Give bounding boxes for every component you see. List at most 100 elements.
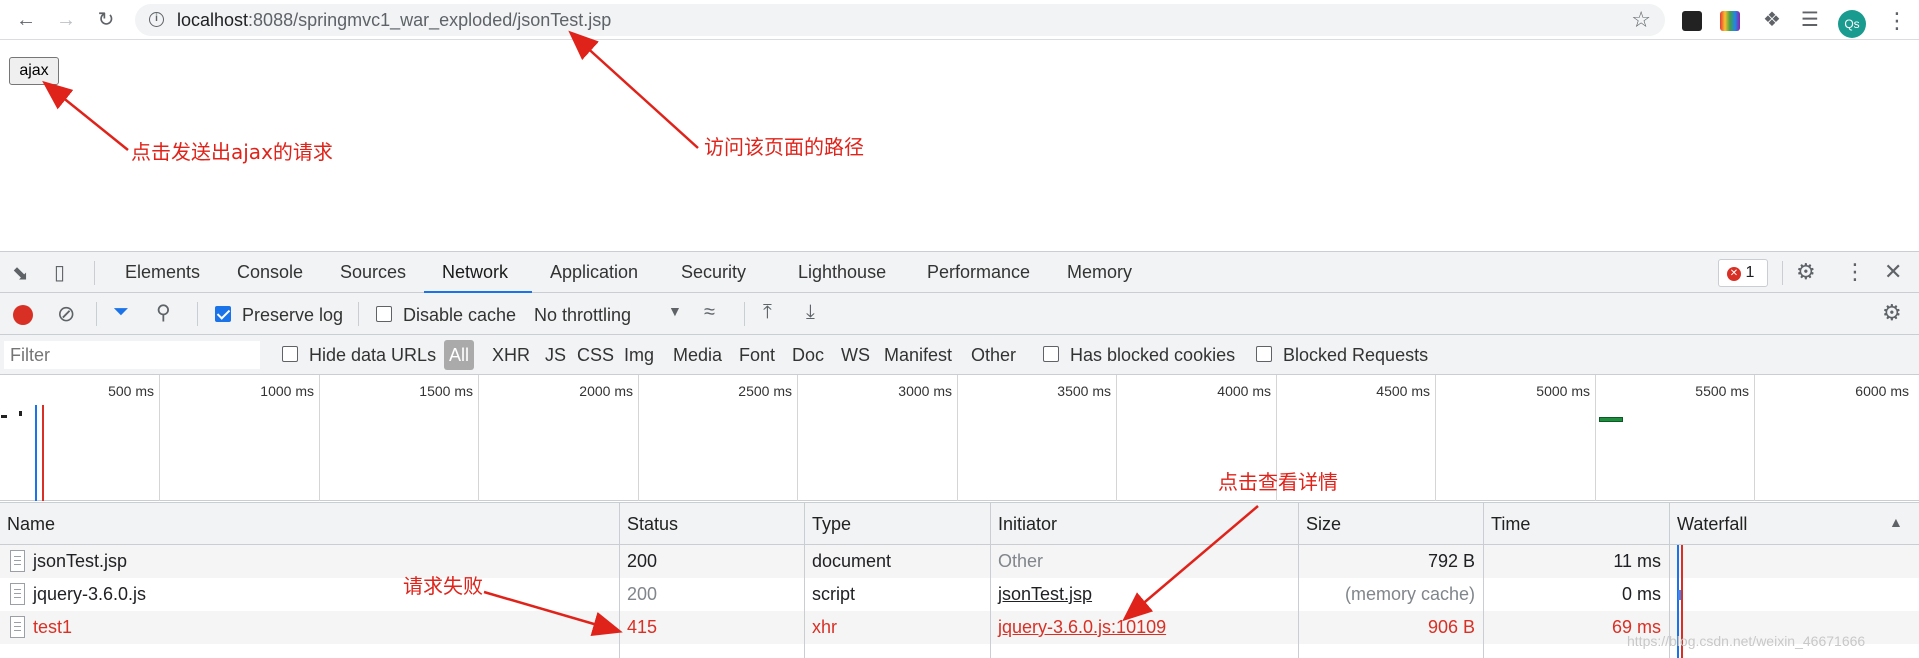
column-initiator[interactable]: Initiator (990, 503, 1298, 546)
filter-type-all[interactable]: All (444, 340, 474, 370)
filter-type-doc[interactable]: Doc (792, 345, 824, 366)
tab-security[interactable]: Security (681, 262, 746, 283)
request-waterfall (1669, 545, 1919, 578)
column-name[interactable]: Name (0, 503, 619, 546)
column-time[interactable]: Time (1483, 503, 1669, 546)
preserve-log-checkbox[interactable] (215, 306, 231, 322)
inspect-element-icon[interactable]: ⬊ (12, 261, 29, 286)
disable-cache-checkbox[interactable] (376, 306, 392, 322)
arrow-to-ajax-button (42, 80, 129, 151)
url-path: :8088/springmvc1_war_exploded/jsonTest.j… (248, 10, 612, 30)
network-settings-gear-icon[interactable]: ⚙ (1882, 300, 1902, 326)
filter-type-media[interactable]: Media (673, 345, 722, 366)
tab-sources[interactable]: Sources (340, 262, 406, 283)
throttling-select[interactable]: No throttling (534, 305, 631, 326)
timeline-xhr-bar (1599, 417, 1623, 422)
timeline-overview[interactable]: 500 ms 1000 ms 1500 ms 2000 ms 2500 ms 3… (0, 375, 1919, 501)
error-count-badge[interactable]: ✕ 1 (1718, 259, 1768, 287)
table-row[interactable]: jsonTest.jsp 200 document Other 792 B 11… (0, 545, 1919, 578)
column-waterfall[interactable]: Waterfall (1669, 503, 1919, 546)
address-bar[interactable]: i localhost:8088/springmvc1_war_exploded… (135, 4, 1665, 36)
filter-type-other[interactable]: Other (971, 345, 1016, 366)
tab-lighthouse[interactable]: Lighthouse (798, 262, 886, 283)
column-status[interactable]: Status (619, 503, 804, 546)
request-name: test1 (33, 617, 73, 637)
device-toolbar-icon[interactable]: ▯ (54, 260, 65, 285)
timeline-tick: 3500 ms (1057, 383, 1111, 399)
chevron-down-icon[interactable]: ▼ (668, 303, 682, 319)
request-status: 200 (619, 545, 804, 578)
filter-type-img[interactable]: Img (624, 345, 654, 366)
tab-elements[interactable]: Elements (125, 262, 200, 283)
clear-icon[interactable]: ⊘ (57, 301, 75, 327)
annotation-request-failed: 请求失败 (403, 574, 483, 598)
tab-application[interactable]: Application (550, 262, 638, 283)
request-waterfall (1669, 578, 1919, 611)
annotation-click-ajax: 点击发送出ajax的请求 (131, 140, 333, 164)
extension-icon[interactable] (1682, 11, 1702, 31)
settings-gear-icon[interactable]: ⚙ (1796, 259, 1816, 285)
waterfall-bar (1678, 590, 1681, 600)
column-type[interactable]: Type (804, 503, 990, 546)
close-devtools-icon[interactable]: ✕ (1884, 259, 1902, 285)
has-blocked-cookies-label: Has blocked cookies (1070, 345, 1236, 365)
filter-type-js[interactable]: JS (545, 345, 566, 366)
network-conditions-icon[interactable]: ≈ (704, 301, 715, 324)
network-requests-table: Name Status Type Initiator Size Time Wat… (0, 502, 1919, 658)
error-icon: ✕ (1727, 267, 1741, 281)
filter-type-font[interactable]: Font (739, 345, 775, 366)
annotation-page-path: 访问该页面的路径 (704, 135, 864, 159)
timeline-tick: 500 ms (108, 383, 154, 399)
profile-avatar[interactable]: Qs (1838, 10, 1866, 38)
record-icon[interactable] (13, 305, 33, 325)
timeline-tick: 6000 ms (1855, 383, 1909, 399)
url-text[interactable]: localhost:8088/springmvc1_war_exploded/j… (177, 10, 611, 31)
extensions-puzzle-icon[interactable]: ❖ (1758, 6, 1786, 34)
initiator-link[interactable]: jquery-3.6.0.js:10109 (998, 617, 1166, 637)
timeline-bar (1, 415, 7, 418)
request-status: 200 (619, 578, 804, 611)
timeline-tick: 2000 ms (579, 383, 633, 399)
reload-icon[interactable]: ↻ (92, 6, 120, 34)
hide-data-urls-checkbox[interactable] (282, 346, 298, 362)
site-info-icon[interactable]: i (149, 12, 164, 27)
tab-network[interactable]: Network (442, 262, 508, 283)
import-har-icon[interactable]: ⤒ (763, 301, 772, 324)
export-har-icon[interactable]: ⤓ (806, 301, 815, 324)
initiator-link[interactable]: jsonTest.jsp (998, 584, 1092, 604)
reading-list-icon[interactable]: ☰ (1796, 6, 1824, 34)
request-type: xhr (804, 611, 990, 644)
color-extension-icon[interactable] (1720, 11, 1740, 31)
search-icon[interactable]: ⚲ (156, 300, 171, 325)
request-status: 415 (619, 611, 804, 644)
request-initiator: Other (990, 545, 1298, 578)
column-size[interactable]: Size (1298, 503, 1483, 546)
filter-funnel-icon[interactable]: ⏷ (113, 301, 129, 324)
timeline-tick: 1500 ms (419, 383, 473, 399)
table-row[interactable]: jquery-3.6.0.js 200 script jsonTest.jsp … (0, 578, 1919, 611)
filter-type-xhr[interactable]: XHR (492, 345, 530, 366)
bookmark-star-icon[interactable]: ☆ (1631, 7, 1651, 33)
divider (1782, 261, 1783, 285)
arrow-to-url (568, 30, 699, 149)
ajax-button[interactable]: ajax (9, 57, 59, 85)
devtools-tabbar: ⬊ ▯ Elements Console Sources Network App… (0, 251, 1919, 294)
request-time: 0 ms (1483, 578, 1669, 611)
blocked-requests-checkbox[interactable] (1256, 346, 1272, 362)
filter-type-css[interactable]: CSS (577, 345, 614, 366)
tab-console[interactable]: Console (237, 262, 303, 283)
back-icon[interactable]: ← (12, 6, 40, 34)
divider (197, 302, 198, 326)
tab-performance[interactable]: Performance (927, 262, 1030, 283)
has-blocked-cookies-checkbox[interactable] (1043, 346, 1059, 362)
devtools-menu-icon[interactable]: ⋮ (1844, 259, 1866, 285)
sort-ascending-icon[interactable]: ▲ (1889, 514, 1903, 530)
browser-menu-icon[interactable]: ⋮ (1886, 8, 1908, 34)
filter-type-ws[interactable]: WS (841, 345, 870, 366)
timeline-tick: 4000 ms (1217, 383, 1271, 399)
filter-type-manifest[interactable]: Manifest (884, 345, 952, 366)
browser-toolbar: ← → ↻ i localhost:8088/springmvc1_war_ex… (0, 0, 1919, 40)
filter-input[interactable] (4, 341, 260, 369)
forward-icon[interactable]: → (52, 6, 80, 34)
tab-memory[interactable]: Memory (1067, 262, 1132, 283)
